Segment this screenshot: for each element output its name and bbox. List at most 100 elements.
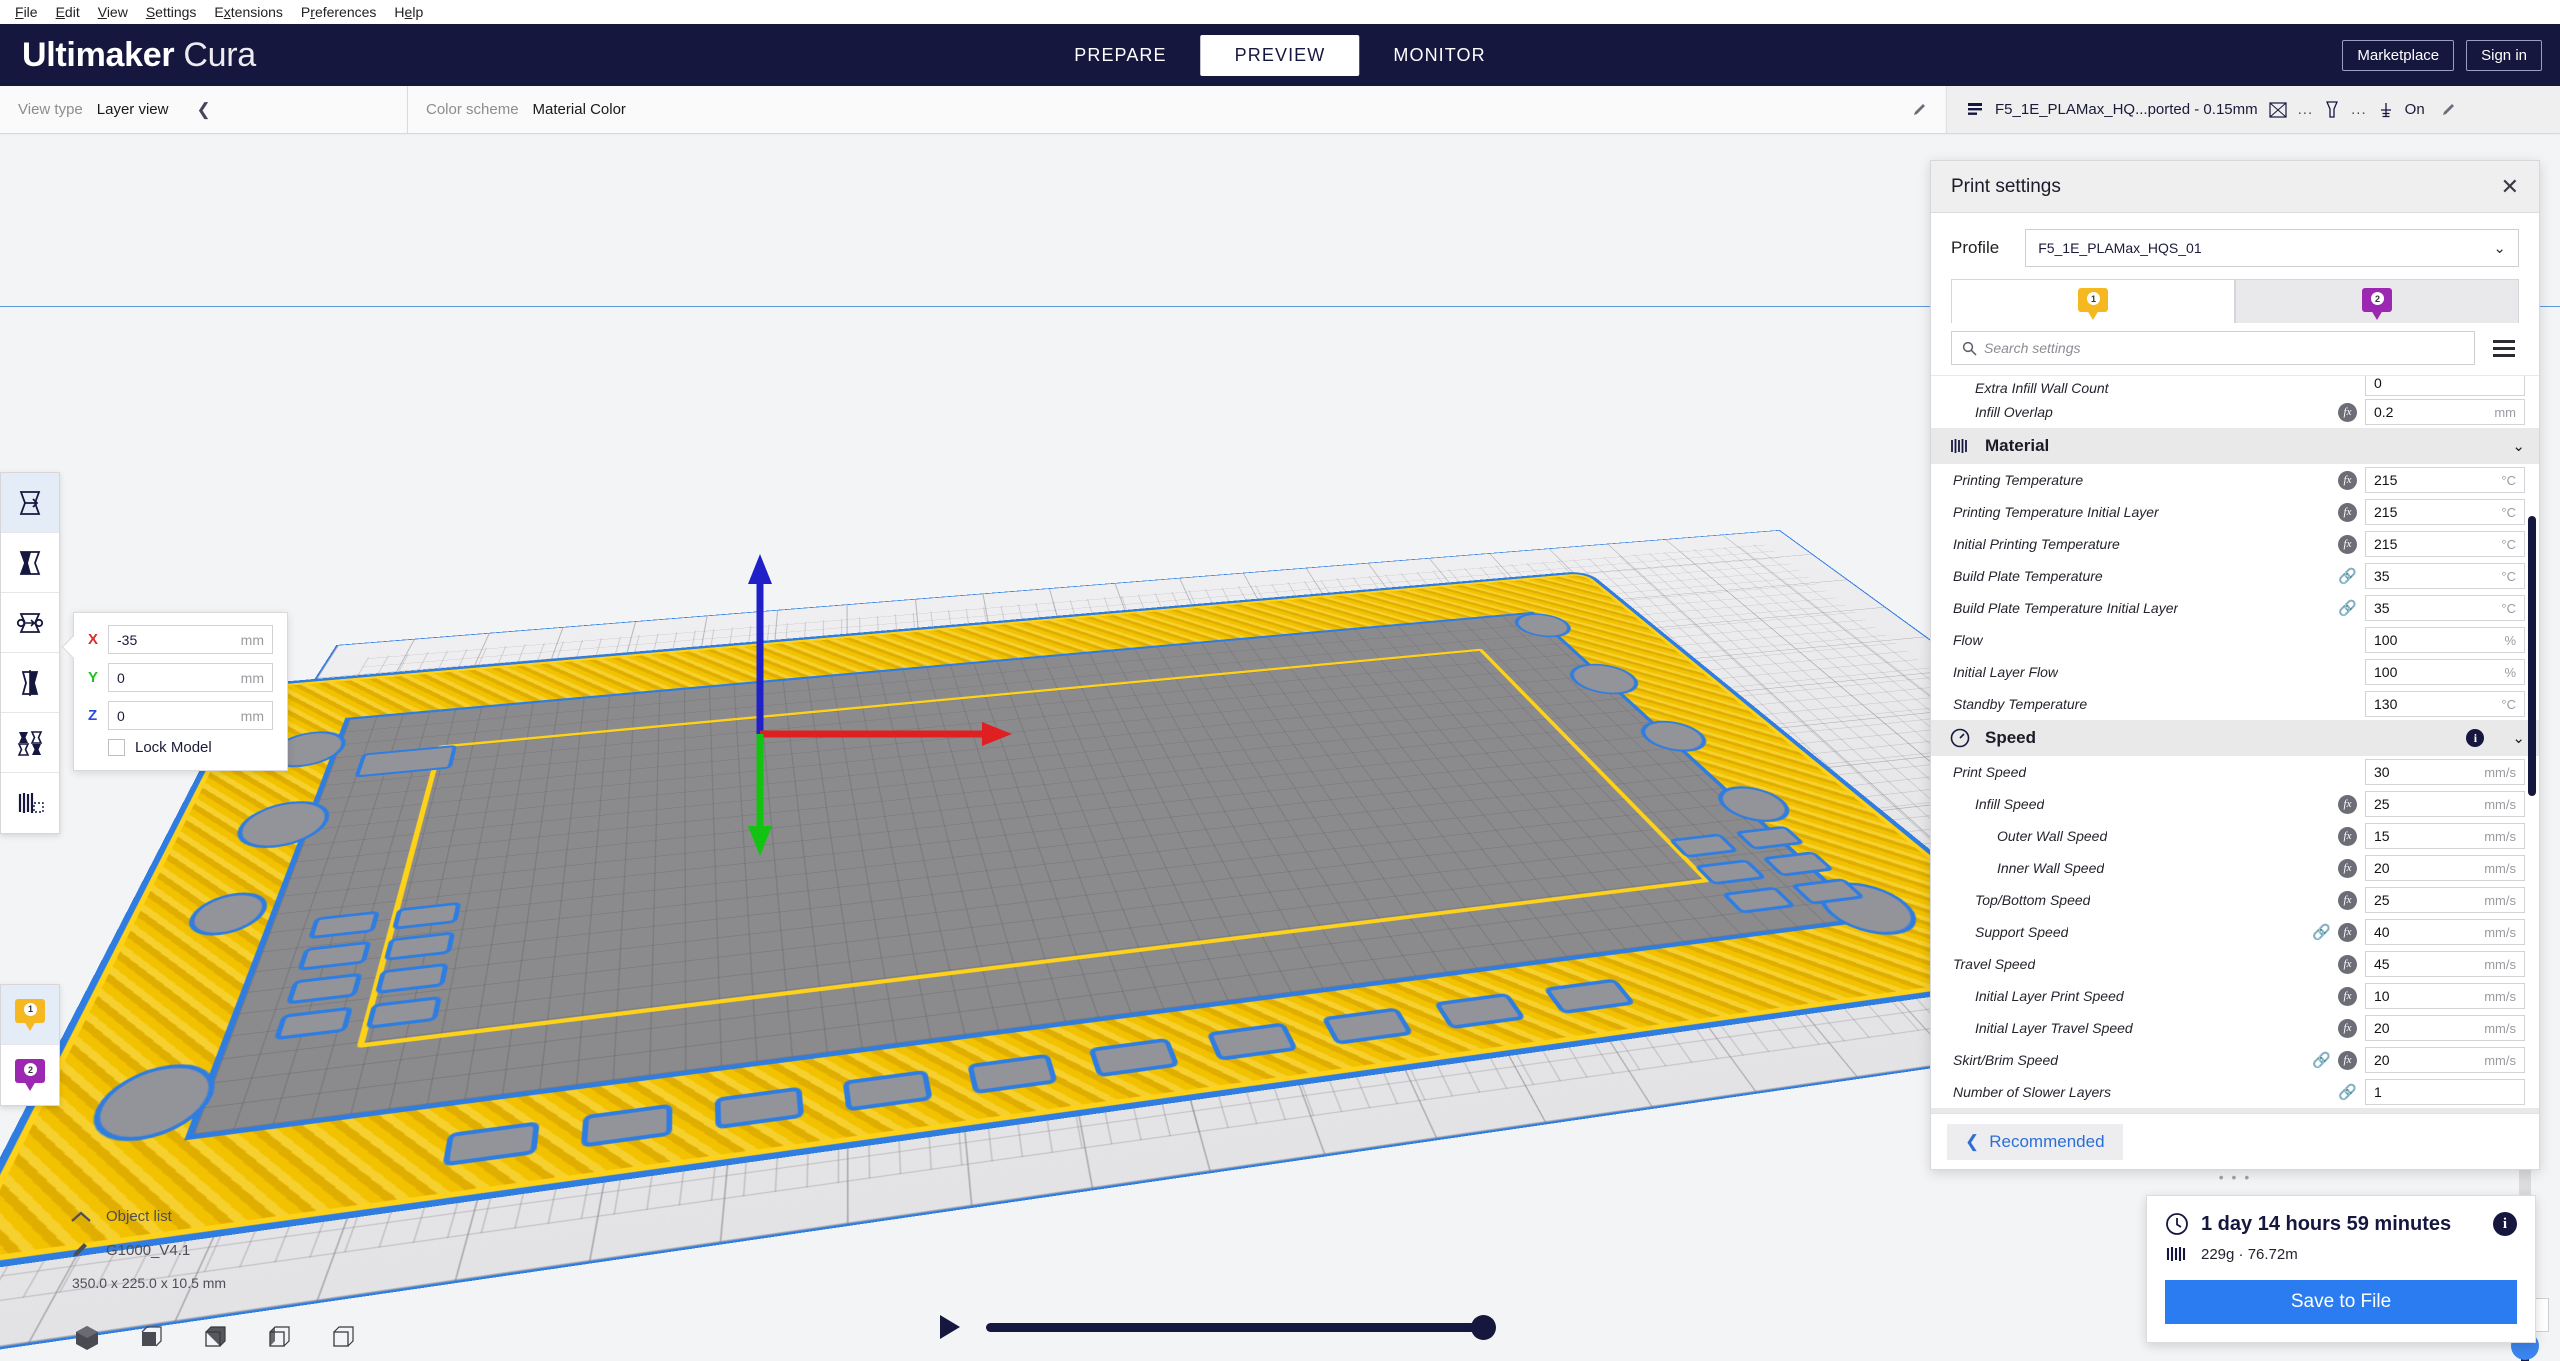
setting-value-input[interactable]: 0.2 mm [2365,399,2525,425]
setting-row[interactable]: Infill Overlap fx 0.2 mm [1931,396,2539,428]
setting-value-input[interactable]: 1 [2365,1079,2525,1105]
setting-value-input[interactable]: 30 mm/s [2365,759,2525,785]
setting-value-input[interactable]: 10 mm/s [2365,983,2525,1009]
formula-icon[interactable]: fx [2338,794,2357,814]
settings-category-material[interactable]: Material ⌄ [1931,428,2539,464]
view-front-icon[interactable] [136,1323,166,1353]
formula-icon[interactable]: fx [2338,1018,2357,1038]
save-to-file-button[interactable]: Save to File [2165,1280,2517,1324]
menu-item-settings[interactable]: Settings [137,1,206,23]
extruder-tab-1[interactable]: 1 [1951,279,2235,323]
settings-category-speed[interactable]: Speed i ⌄ [1931,720,2539,756]
move-z-input[interactable]: 0 mm [108,701,273,730]
extruder-selector-1[interactable]: 1 [1,985,59,1045]
setting-row[interactable]: Inner Wall Speed fx 20 mm/s [1931,852,2539,884]
setting-row[interactable]: Number of Slower Layers 🔗 1 [1931,1076,2539,1108]
lock-model-row[interactable]: Lock Model [108,739,273,756]
object-list-item[interactable]: G1000_V4.1 [70,1239,226,1261]
menu-item-file[interactable]: File [6,1,47,23]
setting-value-input[interactable]: 15 mm/s [2365,823,2525,849]
marketplace-button[interactable]: Marketplace [2342,39,2455,71]
setting-value-input[interactable]: 0 [2365,376,2525,396]
formula-icon[interactable]: fx [2338,858,2357,878]
tab-prepare[interactable]: PREPARE [1040,35,1200,76]
link-icon[interactable]: 🔗 [2338,599,2357,617]
setting-row[interactable]: Outer Wall Speed fx 15 mm/s [1931,820,2539,852]
formula-icon[interactable]: fx [2338,922,2357,942]
profile-select[interactable]: F5_1E_PLAMax_HQS_01 ⌄ [2025,229,2519,267]
setting-value-input[interactable]: 25 mm/s [2365,791,2525,817]
setting-value-input[interactable]: 100% [2365,659,2525,685]
setting-value-input[interactable]: 215 °C [2365,467,2525,493]
formula-icon[interactable]: fx [2338,1050,2357,1070]
link-icon[interactable]: 🔗 [2312,923,2331,941]
move-y-input[interactable]: 0 mm [108,663,273,692]
search-settings-field[interactable]: Search settings [1951,331,2475,365]
setting-row[interactable]: Printing Temperature Initial Layer fx 215 °… [1931,496,2539,528]
setting-value-input[interactable]: 35 °C [2365,563,2525,589]
move-x-input[interactable]: -35 mm [108,625,273,654]
printer-edit-pencil-icon[interactable] [2441,101,2459,119]
info-icon[interactable]: i [2466,729,2485,747]
setting-row[interactable]: Travel Speed fx 45 mm/s [1931,948,2539,980]
setting-row[interactable]: Extra Infill Wall Count 0 [1931,376,2539,396]
formula-icon[interactable]: fx [2338,954,2357,974]
menu-item-extensions[interactable]: Extensions [205,1,292,23]
settings-visibility-menu-button[interactable] [2489,336,2519,361]
setting-value-input[interactable]: 20 mm/s [2365,1015,2525,1041]
formula-icon[interactable]: fx [2338,534,2357,554]
tool-move[interactable] [1,473,59,533]
formula-icon[interactable]: fx [2338,890,2357,910]
setting-value-input[interactable]: 100% [2365,627,2525,653]
lock-model-checkbox[interactable] [108,739,125,756]
setting-value-input[interactable]: 40 mm/s [2365,919,2525,945]
close-icon[interactable]: ✕ [2501,175,2519,198]
tab-preview[interactable]: PREVIEW [1200,34,1360,76]
setting-value-input[interactable]: 35 °C [2365,595,2525,621]
settings-scrollbar[interactable] [2528,516,2536,796]
formula-icon[interactable]: fx [2338,502,2357,522]
chevron-left-icon[interactable]: ❮ [196,100,210,120]
setting-value-input[interactable]: 130 °C [2365,691,2525,717]
recommended-button[interactable]: ❮ Recommended [1947,1123,2123,1160]
setting-row[interactable]: Build Plate Temperature Initial Layer 🔗 35… [1931,592,2539,624]
tab-monitor[interactable]: MONITOR [1359,35,1519,76]
object-list-header[interactable]: Object list [70,1208,226,1225]
printer-summary-bar[interactable]: F5_1E_PLAMax_HQ...ported - 0.15mm ... ..… [1946,86,2560,133]
menu-item-preferences[interactable]: Preferences [292,1,386,23]
simulation-slider-handle[interactable] [1471,1314,1496,1340]
panel-resize-grip[interactable]: • • • [2219,1169,2251,1185]
tool-support-blocker[interactable] [1,773,59,833]
tool-per-model-settings[interactable] [1,713,59,773]
settings-list[interactable]: Extra Infill Wall Count 0 Infill Overlap fx… [1931,375,2539,1113]
signin-button[interactable]: Sign in [2466,39,2542,71]
setting-value-input[interactable]: 20 mm/s [2365,1047,2525,1073]
tool-mirror[interactable] [1,653,59,713]
setting-row[interactable]: Initial Layer Travel Speed fx 20 mm/s [1931,1012,2539,1044]
view-type-group[interactable]: View type Layer view ❮ [0,86,408,133]
tool-scale[interactable] [1,533,59,593]
link-icon[interactable]: 🔗 [2338,567,2357,585]
setting-row[interactable]: Print Speed 30 mm/s [1931,756,2539,788]
setting-value-input[interactable]: 215 °C [2365,531,2525,557]
chevron-down-icon[interactable]: ⌄ [2512,437,2525,455]
chevron-down-icon[interactable]: ⌄ [2512,729,2525,747]
edit-pencil-icon[interactable] [1912,101,1930,119]
settings-category-travel[interactable]: Travel⌄ [1931,1108,2539,1113]
setting-row[interactable]: Support Speed 🔗 fx 40 mm/s [1931,916,2539,948]
chevron-up-icon[interactable] [70,1210,92,1224]
formula-icon[interactable]: fx [2338,826,2357,846]
setting-value-input[interactable]: 25 mm/s [2365,887,2525,913]
link-icon[interactable]: 🔗 [2312,1051,2331,1069]
setting-row[interactable]: Initial Printing Temperature fx 215 °C [1931,528,2539,560]
formula-icon[interactable]: fx [2338,986,2357,1006]
simulation-slider-track[interactable] [986,1314,1496,1340]
setting-value-input[interactable]: 45 mm/s [2365,951,2525,977]
setting-row[interactable]: Printing Temperature fx 215 °C [1931,464,2539,496]
setting-row[interactable]: Infill Speed fx 25 mm/s [1931,788,2539,820]
model-pencil-icon[interactable] [70,1239,92,1261]
formula-icon[interactable]: fx [2338,402,2357,422]
setting-row[interactable]: Standby Temperature 130 °C [1931,688,2539,720]
view-3d-icon[interactable] [72,1323,102,1353]
menu-item-help[interactable]: Help [385,1,432,23]
